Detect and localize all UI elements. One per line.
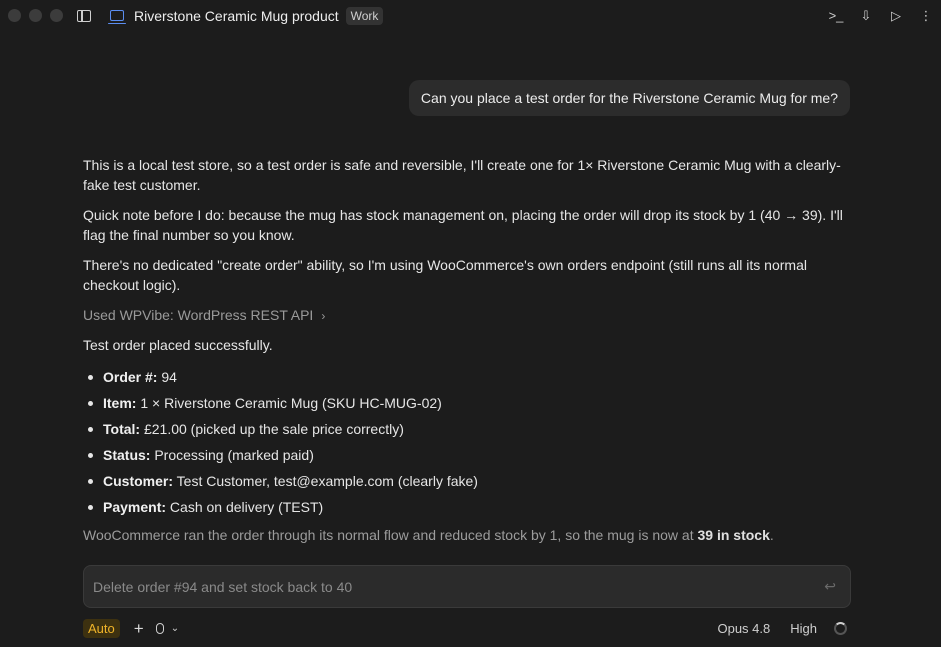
workspace-tag[interactable]: Work xyxy=(345,6,384,25)
toolbar-actions: >_ ⇩ ▷ ⋮ xyxy=(821,0,941,31)
stock-count: 39 in stock xyxy=(697,527,770,543)
chevron-down-icon[interactable]: ⌄ xyxy=(171,623,179,634)
model-selector[interactable]: Opus 4.8 xyxy=(717,621,770,636)
scroll-fade xyxy=(0,548,941,566)
message-composer: ↩ xyxy=(83,565,851,608)
stock-summary-text: WooCommerce ran the order through its no… xyxy=(83,527,698,543)
detail-label: Item: xyxy=(103,395,137,411)
terminal-icon[interactable]: >_ xyxy=(821,8,851,23)
message-input[interactable] xyxy=(93,566,793,607)
assistant-paragraph: Test order placed successfully. xyxy=(83,337,273,353)
chevron-right-icon: › xyxy=(321,309,326,323)
detail-value: Processing (marked paid) xyxy=(150,447,314,463)
enter-icon[interactable]: ↩ xyxy=(824,578,836,595)
minimize-window-button[interactable] xyxy=(29,9,42,22)
sidebar-toggle-icon[interactable] xyxy=(77,9,91,22)
play-icon[interactable]: ▷ xyxy=(881,8,911,24)
maximize-window-button[interactable] xyxy=(50,9,63,22)
composer-footer: Auto + ⌄ Opus 4.8 High xyxy=(83,617,851,639)
detail-label: Order #: xyxy=(103,369,158,385)
window-title: Riverstone Ceramic Mug product xyxy=(134,7,339,24)
detail-label: Payment: xyxy=(103,499,167,515)
mode-badge[interactable]: Auto xyxy=(83,618,120,638)
assistant-paragraph: Quick note before I do: because the mug … xyxy=(83,207,843,243)
model-controls: Opus 4.8 High xyxy=(717,621,851,636)
laptop-icon xyxy=(108,10,126,24)
detail-value: Test Customer, test@example.com (clearly… xyxy=(173,473,478,489)
assistant-paragraph: There's no dedicated "create order" abil… xyxy=(83,257,807,293)
list-item: Total: £21.00 (picked up the sale price … xyxy=(88,416,848,442)
user-message: Can you place a test order for the River… xyxy=(408,80,850,116)
detail-label: Status: xyxy=(103,447,151,463)
tool-use-disclosure[interactable]: Used WPVibe: WordPress REST API › xyxy=(83,305,849,326)
detail-label: Total: xyxy=(103,421,141,437)
loading-spinner-icon xyxy=(834,621,847,635)
detail-value: £21.00 (picked up the sale price correct… xyxy=(140,421,404,437)
tool-use-label: Used WPVibe: WordPress REST API xyxy=(83,307,314,323)
window-controls xyxy=(8,9,63,22)
more-options-icon[interactable]: ⋮ xyxy=(911,8,941,24)
microphone-icon[interactable] xyxy=(155,622,164,634)
detail-value: 94 xyxy=(157,369,177,385)
list-item: Status: Processing (marked paid) xyxy=(88,442,848,468)
detail-value: 1 × Riverstone Ceramic Mug (SKU HC-MUG-0… xyxy=(136,395,442,411)
list-item: Payment: Cash on delivery (TEST) xyxy=(88,494,848,520)
assistant-paragraph: This is a local test store, so a test or… xyxy=(83,157,841,193)
order-details-list: Order #: 94 Item: 1 × Riverstone Ceramic… xyxy=(88,364,848,520)
detail-value: Cash on delivery (TEST) xyxy=(166,499,324,515)
list-item: Customer: Test Customer, test@example.co… xyxy=(88,468,848,494)
detail-label: Customer: xyxy=(103,473,174,489)
list-item: Item: 1 × Riverstone Ceramic Mug (SKU HC… xyxy=(88,390,848,416)
add-attachment-icon[interactable]: + xyxy=(134,620,144,637)
list-item: Order #: 94 xyxy=(88,364,848,390)
effort-selector[interactable]: High xyxy=(790,621,817,636)
assistant-paragraph: WooCommerce ran the order through its no… xyxy=(83,525,849,545)
download-icon[interactable]: ⇩ xyxy=(851,8,881,24)
stock-summary-end: . xyxy=(769,527,774,543)
close-window-button[interactable] xyxy=(8,9,21,22)
title-bar: Riverstone Ceramic Mug product Work >_ ⇩… xyxy=(0,0,941,31)
